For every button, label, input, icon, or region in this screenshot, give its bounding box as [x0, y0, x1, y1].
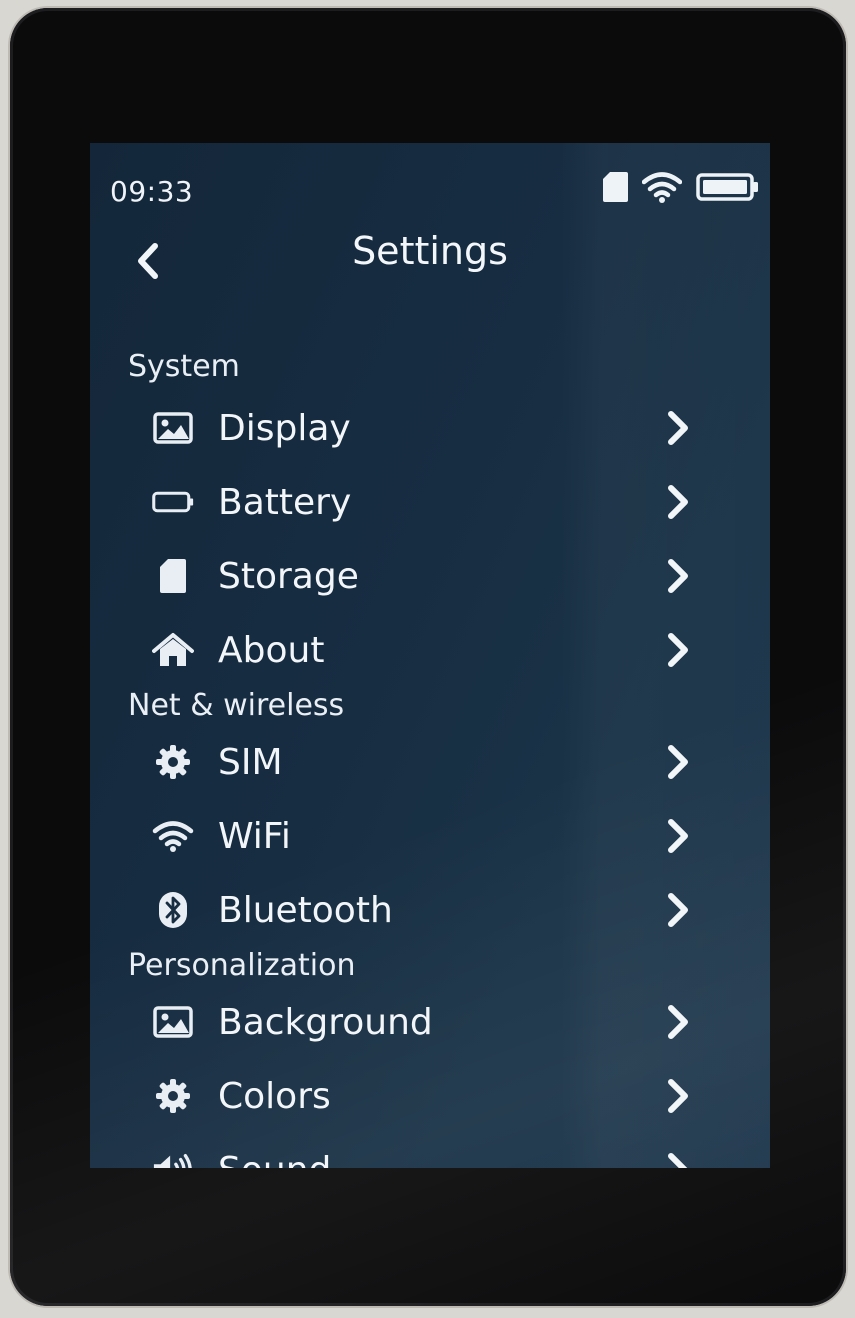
bluetooth-icon [152, 889, 194, 931]
settings-item-sound[interactable]: Sound [90, 1133, 770, 1168]
settings-item-wifi[interactable]: WiFi [90, 799, 770, 873]
home-icon [152, 629, 194, 671]
settings-item-label: About [218, 629, 325, 671]
status-time: 09:33 [110, 175, 194, 208]
settings-list[interactable]: System Display Battery Storage About Net… [90, 343, 770, 1168]
chevron-right-icon [662, 890, 694, 930]
settings-item-sim[interactable]: SIM [90, 725, 770, 799]
settings-item-label: SIM [218, 741, 283, 783]
status-icons [602, 171, 760, 207]
status-bar: 09:33 [90, 143, 770, 233]
settings-item-storage[interactable]: Storage [90, 539, 770, 613]
settings-item-colors[interactable]: Colors [90, 1059, 770, 1133]
chevron-right-icon [662, 408, 694, 448]
settings-item-label: Battery [218, 481, 352, 523]
device-frame: 09:33 Settings System Display Battery St… [10, 8, 846, 1306]
battery-icon [696, 171, 760, 207]
section-header-personalization: Personalization [128, 948, 356, 983]
speaker-icon [152, 1149, 194, 1168]
chevron-right-icon [662, 556, 694, 596]
settings-item-battery[interactable]: Battery [90, 465, 770, 539]
settings-item-background[interactable]: Background [90, 985, 770, 1059]
chevron-right-icon [662, 1076, 694, 1116]
settings-item-about[interactable]: About [90, 613, 770, 687]
settings-item-label: Display [218, 407, 351, 449]
header: Settings [90, 223, 770, 283]
image-icon [152, 1001, 194, 1043]
chevron-right-icon [662, 1002, 694, 1042]
wifi-icon [152, 815, 194, 857]
settings-item-label: Background [218, 1001, 433, 1043]
settings-item-label: Colors [218, 1075, 331, 1117]
settings-item-bluetooth[interactable]: Bluetooth [90, 873, 770, 947]
battery-icon [152, 481, 194, 523]
gear-icon [152, 1075, 194, 1117]
sd-card-icon [152, 555, 194, 597]
page-title: Settings [352, 229, 508, 273]
section-header-system: System [128, 349, 240, 384]
sd-card-icon [602, 171, 628, 207]
settings-item-label: WiFi [218, 815, 291, 857]
chevron-right-icon [662, 742, 694, 782]
chevron-right-icon [662, 1150, 694, 1168]
chevron-right-icon [662, 630, 694, 670]
image-icon [152, 407, 194, 449]
wifi-icon [641, 171, 683, 207]
screen: 09:33 Settings System Display Battery St… [90, 143, 770, 1168]
section-header-net-wireless: Net & wireless [128, 688, 345, 723]
chevron-right-icon [662, 816, 694, 856]
settings-item-label: Sound [218, 1150, 331, 1169]
settings-item-label: Storage [218, 555, 359, 597]
settings-item-display[interactable]: Display [90, 391, 770, 465]
chevron-right-icon [662, 482, 694, 522]
settings-item-label: Bluetooth [218, 889, 393, 931]
gear-icon [152, 741, 194, 783]
